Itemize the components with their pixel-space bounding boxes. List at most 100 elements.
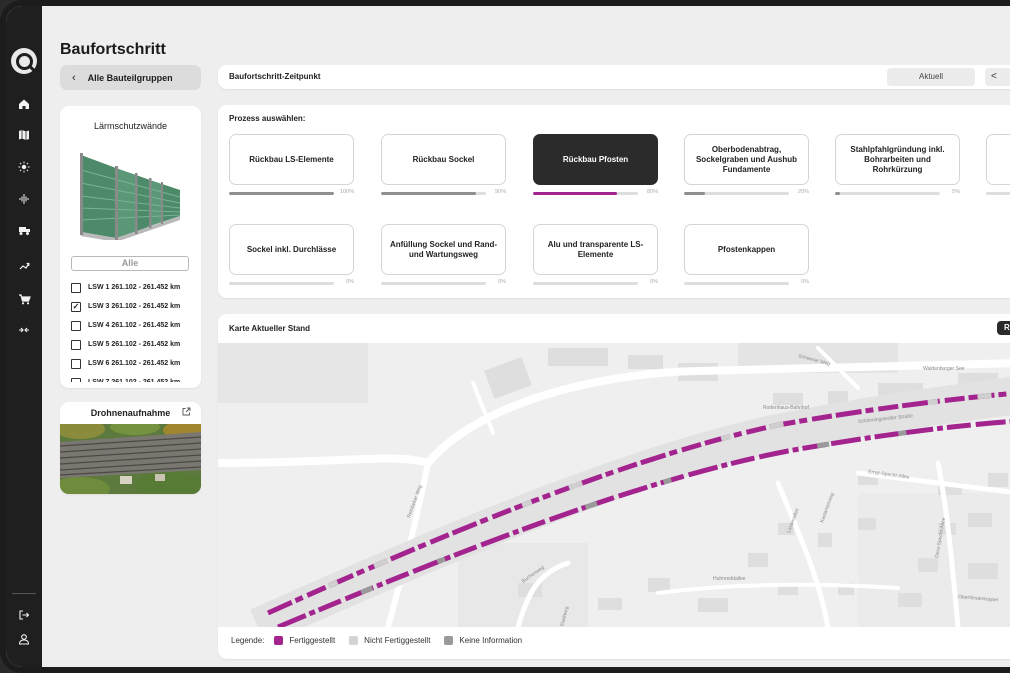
back-button-label: Alle Bauteilgruppen <box>87 72 173 83</box>
legend-text-no-info: Keine Information <box>459 636 523 645</box>
map-icon[interactable] <box>14 125 34 145</box>
current-time-button[interactable]: Aktuell <box>887 68 975 86</box>
svg-text:Waldenburger See: Waldenburger See <box>923 366 965 372</box>
legend-swatch-no-info <box>444 636 454 645</box>
logout-icon[interactable] <box>14 605 34 625</box>
timeline-bar: Baufortschritt-Zeitpunkt Aktuell < <box>218 65 1010 89</box>
process-option[interactable]: Anfüllung Sockel und Rand- und Wartungsw… <box>381 224 506 285</box>
process-tile-label[interactable]: Rückbau Pfosten <box>533 134 658 185</box>
process-card: Prozess auswählen: Rückbau LS-Elemente 10… <box>218 105 1010 298</box>
app-screen: Baufortschritt ‹ Alle Bauteilgruppen Lär… <box>6 6 1010 667</box>
checkbox-checked[interactable]: ✓ <box>71 301 81 312</box>
map-badge-button[interactable]: R <box>997 321 1010 335</box>
back-to-component-groups-button[interactable]: ‹ Alle Bauteilgruppen <box>60 65 201 90</box>
barrier-list-item-label: LSW 3 261.102 - 261.452 km <box>88 303 181 310</box>
process-progress-bar <box>684 192 789 195</box>
sidebar-divider <box>12 593 36 594</box>
legend-swatch-not-done <box>349 636 359 645</box>
process-progress-percent: 0% <box>346 279 354 285</box>
barrier-list-item-label: LSW 7 261.102 - 261.452 km <box>88 379 180 382</box>
map-card: Karte Aktueller Stand R Schwerer Weg Wal… <box>218 314 1010 659</box>
checkbox[interactable] <box>71 339 81 350</box>
noise-barrier-card: Lärmschutzwände Alle LSW 1 261.102 - 261… <box>60 106 201 388</box>
process-progress-bar <box>229 192 334 195</box>
barrier-list-item[interactable]: LSW 4 261.102 - 261.452 km <box>71 316 196 335</box>
process-progress-percent: 80% <box>646 189 658 195</box>
process-progress-percent: 0% <box>650 279 658 285</box>
checkbox[interactable] <box>71 377 81 382</box>
process-progress-percent: 100% <box>339 189 354 195</box>
process-option[interactable]: G <box>986 134 1010 195</box>
process-progress-percent: 20% <box>797 189 809 195</box>
process-progress-percent: 0% <box>498 279 506 285</box>
process-progress-bar <box>684 282 789 285</box>
home-icon[interactable] <box>14 94 34 114</box>
checkbox[interactable] <box>71 320 81 331</box>
compress-icon[interactable] <box>14 320 34 340</box>
logo-icon[interactable] <box>11 48 37 74</box>
cart-icon[interactable] <box>14 289 34 309</box>
user-icon[interactable] <box>14 629 34 649</box>
process-progress-bar <box>381 282 486 285</box>
process-tile-label[interactable]: Rückbau LS-Elemente <box>229 134 354 185</box>
process-option[interactable]: Pfostenkappen 0% <box>684 224 809 285</box>
process-progress-bar <box>835 192 940 195</box>
process-progress-bar <box>381 192 486 195</box>
checkbox[interactable] <box>71 282 81 293</box>
noise-barrier-illustration <box>80 153 181 240</box>
process-tile-label[interactable]: Oberbodenabtrag, Sockelgraben und Aushub… <box>684 134 809 185</box>
process-tile-label[interactable]: Pfostenkappen <box>684 224 809 275</box>
barrier-list-item[interactable]: LSW 1 261.102 - 261.452 km <box>71 278 196 297</box>
legend-text-done: Fertiggestellt <box>289 636 336 645</box>
map-legend: Legende: Fertiggestellt Nicht Fertiggest… <box>231 636 536 645</box>
process-tile-label[interactable]: Rückbau Sockel <box>381 134 506 185</box>
process-label: Prozess auswählen: <box>229 114 306 123</box>
waveform-icon[interactable] <box>14 189 34 209</box>
barrier-list-item-label: LSW 4 261.102 - 261.452 km <box>88 322 181 329</box>
process-tile-label[interactable]: Alu und transparente LS-Elemente <box>533 224 658 275</box>
process-tile-label[interactable]: Sockel inkl. Durchlässe <box>229 224 354 275</box>
barrier-list-item-label: LSW 5 261.102 - 261.452 km <box>88 341 181 348</box>
process-option[interactable]: Alu und transparente LS-Elemente 0% <box>533 224 658 285</box>
drone-photo[interactable] <box>60 424 201 494</box>
timeline-label: Baufortschritt-Zeitpunkt <box>229 72 321 81</box>
barrier-list-item[interactable]: LSW 6 261.102 - 261.452 km <box>71 354 196 373</box>
process-option[interactable]: Oberbodenabtrag, Sockelgraben und Aushub… <box>684 134 809 195</box>
process-tile-label[interactable]: Stahlpfahlgründung inkl. Bohrarbeiten un… <box>835 134 960 185</box>
barrier-list-item[interactable]: ✓ LSW 3 261.102 - 261.452 km <box>71 297 196 316</box>
external-link-icon[interactable] <box>182 407 191 418</box>
device-frame: Baufortschritt ‹ Alle Bauteilgruppen Lär… <box>0 0 1010 673</box>
process-tile-label[interactable]: Anfüllung Sockel und Rand- und Wartungsw… <box>381 224 506 275</box>
progress-map[interactable]: Schwerer Weg Waldenburger See Schönnings… <box>218 343 1010 627</box>
barrier-list-item[interactable]: LSW 7 261.102 - 261.452 km <box>71 373 196 382</box>
process-progress-bar <box>533 282 638 285</box>
svg-text:Huhnreddallee: Huhnreddallee <box>713 576 746 582</box>
process-option[interactable]: Rückbau Sockel 90% <box>381 134 506 195</box>
barrier-list-item[interactable]: LSW 5 261.102 - 261.452 km <box>71 335 196 354</box>
legend-swatch-done <box>274 636 284 645</box>
route-icon[interactable] <box>14 256 34 276</box>
process-progress-fill <box>533 192 617 195</box>
machine-icon[interactable] <box>14 220 34 240</box>
process-option[interactable]: Rückbau LS-Elemente 100% <box>229 134 354 195</box>
legend-label: Legende: <box>231 636 265 645</box>
svg-text:Rodenhaus-Bahnhof: Rodenhaus-Bahnhof <box>763 405 809 411</box>
process-progress-percent: 0% <box>801 279 809 285</box>
process-progress-bar <box>533 192 638 195</box>
process-progress-percent: 90% <box>494 189 506 195</box>
process-progress-percent: 5% <box>952 189 960 195</box>
process-progress-bar <box>986 192 1010 195</box>
process-tile-label[interactable]: G <box>986 134 1010 185</box>
process-progress-fill <box>684 192 705 195</box>
checkbox[interactable] <box>71 358 81 369</box>
legend-text-not-done: Nicht Fertiggestellt <box>364 636 431 645</box>
process-option[interactable]: Stahlpfahlgründung inkl. Bohrarbeiten un… <box>835 134 960 195</box>
barrier-filter-input[interactable]: Alle <box>71 256 189 271</box>
previous-time-button[interactable]: < <box>985 68 1010 86</box>
process-progress-bar <box>229 282 334 285</box>
sun-icon[interactable] <box>14 157 34 177</box>
noise-barrier-title: Lärmschutzwände <box>93 121 168 131</box>
drone-card[interactable]: Drohnenaufnahme <box>60 402 201 494</box>
process-option[interactable]: Sockel inkl. Durchlässe 0% <box>229 224 354 285</box>
process-option[interactable]: Rückbau Pfosten 80% <box>533 134 658 195</box>
